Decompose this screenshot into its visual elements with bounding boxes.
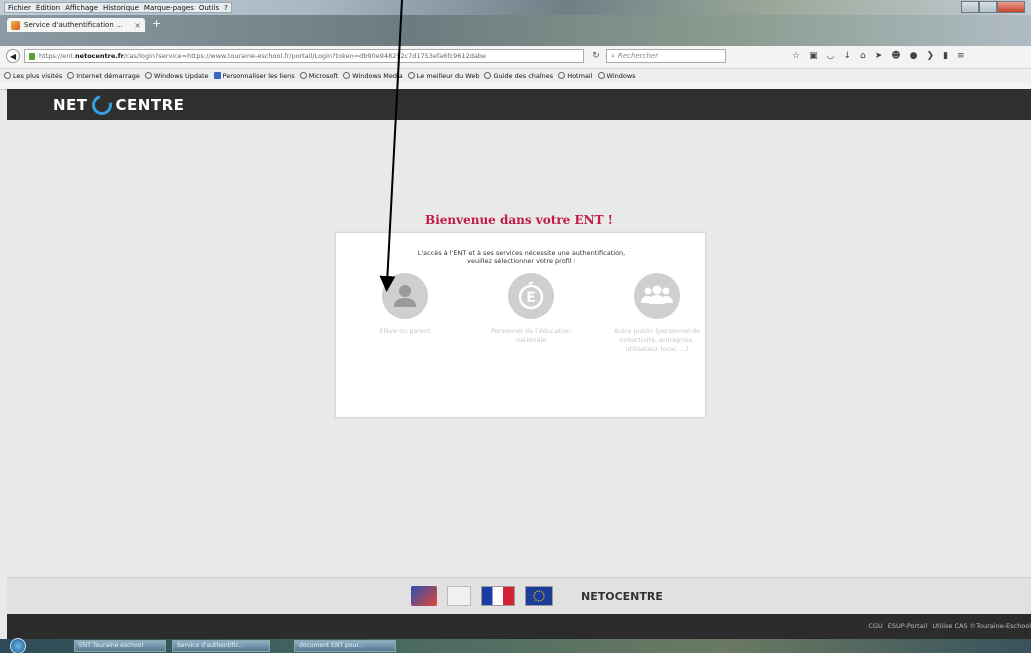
annotation-arrow-icon bbox=[379, 0, 403, 292]
